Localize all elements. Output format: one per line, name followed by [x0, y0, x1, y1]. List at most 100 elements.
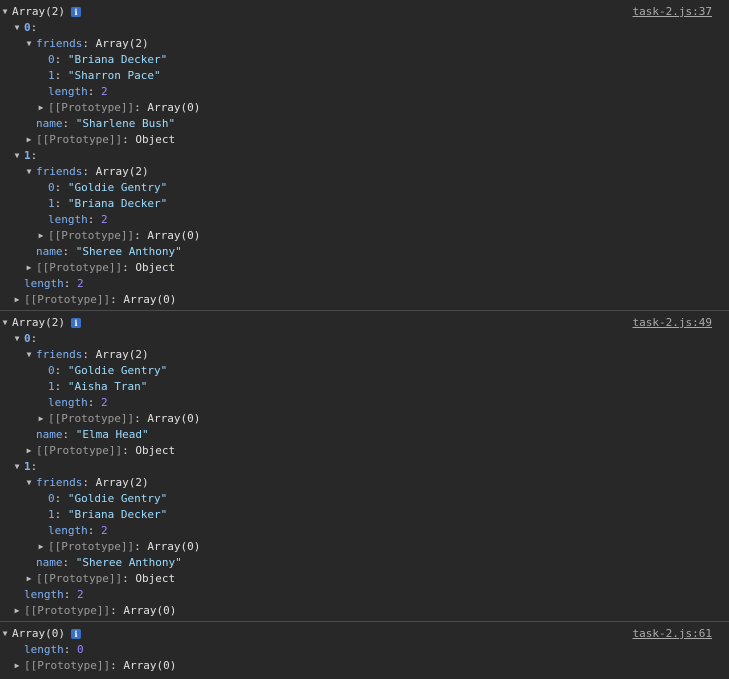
console-message: task-2.js:37 ▼ Array(2) i ▼ 0: ▼ friends: Arra…	[0, 0, 729, 311]
tree-row[interactable]: ▶ [[Prototype]]: Object	[0, 571, 729, 587]
collapsed-triangle-icon[interactable]: ▶	[12, 603, 22, 619]
tree-row[interactable]: ▶ [[Prototype]]: Array(0)	[0, 658, 729, 674]
info-icon[interactable]: i	[70, 318, 81, 328]
tree-row[interactable]: ▼ 1:	[0, 459, 729, 475]
property-value: Array(0)	[147, 540, 201, 553]
property-key: [[Prototype]]	[24, 659, 111, 672]
property-value: Object	[135, 572, 176, 585]
collapsed-triangle-icon[interactable]: ▶	[36, 228, 46, 244]
property-value: Object	[135, 261, 176, 274]
tree-row[interactable]: ▼ 0:	[0, 20, 729, 36]
key-separator: :	[30, 21, 44, 34]
property-value: "Briana Decker"	[67, 53, 168, 66]
property-value: 2	[101, 524, 108, 537]
collapsed-triangle-icon[interactable]: ▶	[24, 443, 34, 459]
expand-triangle-icon[interactable]: ▼	[0, 626, 10, 642]
key-separator: :	[54, 53, 68, 66]
property-key: length	[24, 277, 64, 290]
log-summary-row[interactable]: ▼ Array(2) i	[0, 315, 729, 331]
collapsed-triangle-icon[interactable]: ▶	[24, 132, 34, 148]
tree-row[interactable]: ▼ 0:	[0, 331, 729, 347]
key-separator: :	[87, 396, 101, 409]
property-key: 1	[48, 69, 55, 82]
tree-row[interactable]: ▼ friends: Array(2)	[0, 164, 729, 180]
collapsed-triangle-icon[interactable]: ▶	[12, 292, 22, 308]
expand-triangle-icon[interactable]: ▼	[12, 459, 22, 475]
tree-row: length: 2	[0, 395, 729, 411]
key-separator: :	[54, 364, 68, 377]
key-separator: :	[63, 643, 77, 656]
property-value: "Goldie Gentry"	[67, 364, 168, 377]
tree-row: name: "Sharlene Bush"	[0, 116, 729, 132]
tree-row[interactable]: ▶ [[Prototype]]: Array(0)	[0, 411, 729, 427]
property-key: length	[48, 524, 88, 537]
tree-row: 0: "Briana Decker"	[0, 52, 729, 68]
key-separator: :	[82, 165, 96, 178]
log-summary-row[interactable]: ▼ Array(0) i	[0, 626, 729, 642]
collapsed-triangle-icon[interactable]: ▶	[36, 411, 46, 427]
tree-row[interactable]: ▶ [[Prototype]]: Array(0)	[0, 228, 729, 244]
expand-triangle-icon[interactable]: ▼	[24, 164, 34, 180]
property-value: "Aisha Tran"	[67, 380, 148, 393]
property-key: [[Prototype]]	[36, 572, 123, 585]
tree-row[interactable]: ▶ [[Prototype]]: Array(0)	[0, 539, 729, 555]
key-separator: :	[62, 556, 76, 569]
property-value: 0	[77, 643, 84, 656]
tree-row: 0: "Goldie Gentry"	[0, 180, 729, 196]
tree-row: length: 2	[0, 523, 729, 539]
info-icon[interactable]: i	[70, 629, 81, 639]
property-value: Array(0)	[123, 604, 177, 617]
expand-triangle-icon[interactable]: ▼	[24, 475, 34, 491]
property-value: Array(2)	[95, 348, 149, 361]
key-separator: :	[54, 197, 68, 210]
tree-row: 1: "Aisha Tran"	[0, 379, 729, 395]
expand-triangle-icon[interactable]: ▼	[12, 331, 22, 347]
key-separator: :	[134, 412, 148, 425]
key-separator: :	[63, 588, 77, 601]
tree-row[interactable]: ▼ friends: Array(2)	[0, 347, 729, 363]
key-separator: :	[54, 492, 68, 505]
key-separator: :	[87, 85, 101, 98]
collapsed-triangle-icon[interactable]: ▶	[36, 100, 46, 116]
expand-triangle-icon[interactable]: ▼	[12, 148, 22, 164]
tree-row[interactable]: ▶ [[Prototype]]: Object	[0, 260, 729, 276]
tree-row[interactable]: ▼ friends: Array(2)	[0, 475, 729, 491]
property-value: "Sheree Anthony"	[75, 245, 182, 258]
expand-triangle-icon[interactable]: ▼	[24, 36, 34, 52]
log-summary-row[interactable]: ▼ Array(2) i	[0, 4, 729, 20]
expand-triangle-icon[interactable]: ▼	[12, 20, 22, 36]
property-key: name	[36, 428, 63, 441]
property-key: 0	[24, 21, 31, 34]
key-separator: :	[82, 476, 96, 489]
tree-row[interactable]: ▶ [[Prototype]]: Object	[0, 132, 729, 148]
tree-row[interactable]: ▼ friends: Array(2)	[0, 36, 729, 52]
key-separator: :	[82, 348, 96, 361]
expand-triangle-icon[interactable]: ▼	[0, 315, 10, 331]
property-value: "Briana Decker"	[67, 197, 168, 210]
tree-row[interactable]: ▶ [[Prototype]]: Array(0)	[0, 603, 729, 619]
expand-triangle-icon[interactable]: ▼	[0, 4, 10, 20]
tree-row: 0: "Goldie Gentry"	[0, 491, 729, 507]
collapsed-triangle-icon[interactable]: ▶	[12, 658, 22, 674]
array-summary: Array(2)	[12, 5, 65, 18]
property-value: Array(0)	[123, 293, 177, 306]
tree-row[interactable]: ▶ [[Prototype]]: Array(0)	[0, 100, 729, 116]
tree-row[interactable]: ▶ [[Prototype]]: Object	[0, 443, 729, 459]
expand-triangle-icon[interactable]: ▼	[24, 347, 34, 363]
property-value: 2	[101, 213, 108, 226]
key-separator: :	[110, 604, 124, 617]
tree-row[interactable]: ▶ [[Prototype]]: Array(0)	[0, 292, 729, 308]
info-icon[interactable]: i	[70, 7, 81, 17]
property-key: [[Prototype]]	[24, 293, 111, 306]
key-separator: :	[110, 659, 124, 672]
collapsed-triangle-icon[interactable]: ▶	[36, 539, 46, 555]
property-value: 2	[101, 396, 108, 409]
tree-row: length: 2	[0, 84, 729, 100]
key-separator: :	[30, 332, 44, 345]
collapsed-triangle-icon[interactable]: ▶	[24, 260, 34, 276]
tree-row[interactable]: ▼ 1:	[0, 148, 729, 164]
key-separator: :	[122, 444, 136, 457]
collapsed-triangle-icon[interactable]: ▶	[24, 571, 34, 587]
property-value: Array(2)	[95, 476, 149, 489]
key-separator: :	[87, 524, 101, 537]
